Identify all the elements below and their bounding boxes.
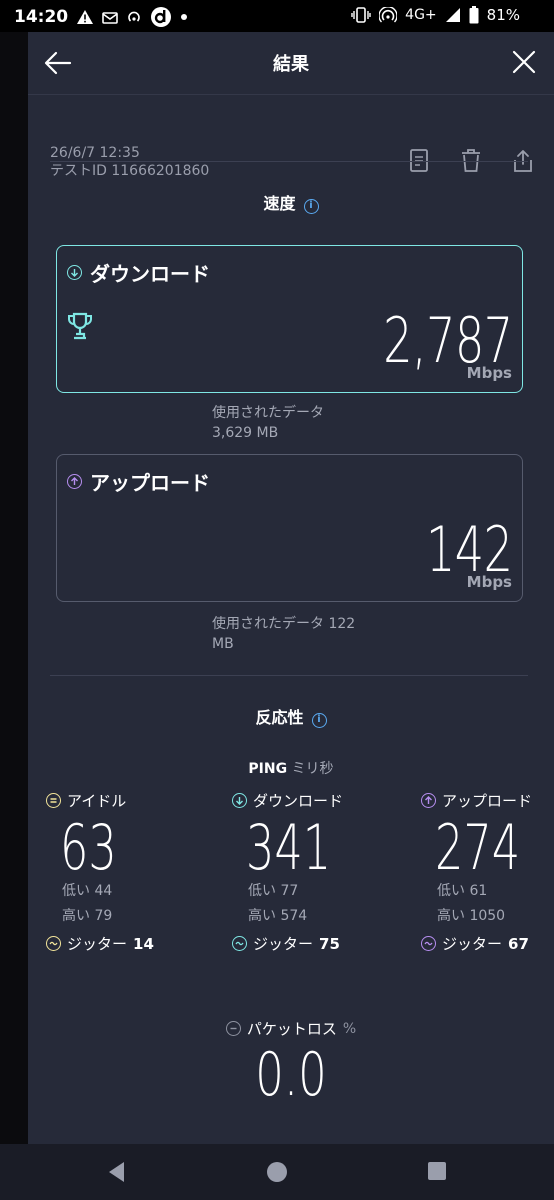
- ping-download-value: 341: [246, 811, 332, 884]
- meta-divider: [50, 161, 528, 162]
- nav-home-icon[interactable]: [265, 1160, 289, 1188]
- packet-loss-icon: [225, 1021, 241, 1036]
- download-speed-unit: Mbps: [466, 364, 512, 382]
- vibrate-icon: [351, 7, 371, 23]
- nav-recents-icon[interactable]: [426, 1160, 448, 1186]
- jitter-icon: [421, 936, 436, 951]
- test-meta: 26/6/7 12:35 テストID 11666201860: [50, 144, 209, 180]
- packet-loss-value: 0.0: [255, 1040, 327, 1110]
- upload-data-used: 使用されたデータ 122 MB: [212, 614, 372, 654]
- responsiveness-info-icon[interactable]: i: [311, 713, 327, 728]
- trophy-icon: [67, 312, 93, 342]
- ping-download-label: ダウンロード: [232, 790, 364, 811]
- ping-upload-label: アップロード: [421, 790, 553, 811]
- ping-upload-jitter: ジッター 67: [421, 933, 553, 954]
- ping-idle-label-text: アイドル: [67, 792, 127, 810]
- ping-download-label-text: ダウンロード: [253, 792, 344, 810]
- result-panel: 結果 26/6/7 12:35 テストID 11666201860 速度 i ダウ…: [28, 32, 554, 1144]
- upload-card: アップロード 142 Mbps: [56, 454, 523, 602]
- ping-idle: アイドル 63 低い 44 高い 79 ジッター 14: [46, 790, 154, 954]
- ping-unit: ミリ秒: [291, 761, 334, 777]
- test-id: テストID 11666201860: [50, 163, 210, 179]
- upload-data-used-label: 使用されたデータ 122: [212, 616, 356, 632]
- ping-idle-label: アイドル: [46, 790, 154, 811]
- status-bar: 14:20 4G+ 81%: [0, 0, 554, 32]
- download-card: ダウンロード 2,787 Mbps: [56, 245, 523, 393]
- jitter-label: ジッター: [67, 935, 128, 953]
- ping-upload: アップロード 274 低い 61 高い 1050 ジッター 67: [421, 790, 553, 954]
- header: 結果: [28, 32, 554, 94]
- test-datetime: 26/6/7 12:35: [50, 145, 140, 161]
- background-app-strip: [0, 32, 28, 1144]
- responsiveness-title-text: 反応性: [255, 708, 304, 727]
- jitter-value: 67: [508, 934, 529, 953]
- upload-label-text: アップロード: [90, 471, 210, 495]
- packet-loss-label-text: パケットロス: [246, 1020, 337, 1038]
- status-time: 14:20: [14, 7, 69, 27]
- ping-download-jitter: ジッター 75: [232, 933, 364, 954]
- packet-loss-unit: %: [342, 1020, 357, 1037]
- speed-section-title: 速度 i: [28, 190, 554, 214]
- jitter-value: 14: [133, 934, 154, 953]
- jitter-value: 75: [319, 934, 340, 953]
- ping-download-high: 高い 574: [248, 908, 308, 924]
- battery-icon: [469, 6, 479, 24]
- notification-dot-icon: [180, 13, 188, 21]
- download-data-used-label: 使用されたデータ: [212, 405, 324, 421]
- jitter-icon: [232, 936, 247, 951]
- ping-idle-jitter: ジッター 14: [46, 933, 154, 954]
- download-arrow-icon: [67, 265, 82, 280]
- ping-idle-value: 63: [60, 811, 117, 884]
- mail-icon: [102, 10, 118, 24]
- upload-label: アップロード: [67, 467, 210, 496]
- download-label-text: ダウンロード: [90, 262, 210, 286]
- battery-level: 81%: [486, 6, 520, 24]
- download-data-used-value: 3,629 MB: [212, 425, 279, 441]
- download-label: ダウンロード: [67, 258, 210, 287]
- ping-header: PING ミリ秒: [28, 758, 554, 778]
- ping-idle-high: 高い 79: [62, 908, 113, 924]
- hotspot-icon: [126, 9, 142, 25]
- speed-title-text: 速度: [263, 194, 296, 213]
- page-title: 結果: [273, 54, 309, 75]
- d-app-icon: [150, 6, 172, 28]
- jitter-label: ジッター: [442, 935, 503, 953]
- upload-arrow-icon: [421, 793, 436, 808]
- upload-arrow-icon: [67, 474, 82, 489]
- header-divider: [28, 94, 554, 95]
- network-type: 4G+: [405, 7, 437, 23]
- packet-loss-label: パケットロス %: [225, 1018, 357, 1039]
- download-arrow-icon: [232, 793, 247, 808]
- upload-data-used-value: MB: [212, 636, 234, 652]
- idle-icon: [46, 793, 61, 808]
- speed-divider: [50, 675, 528, 676]
- packet-loss: パケットロス % 0.0: [28, 1018, 554, 1105]
- ping-upload-label-text: アップロード: [442, 792, 533, 810]
- hotspot-status-icon: [379, 7, 398, 23]
- jitter-icon: [46, 936, 61, 951]
- jitter-label: ジッター: [253, 935, 314, 953]
- speed-info-icon[interactable]: i: [303, 199, 319, 214]
- upload-speed-unit: Mbps: [466, 573, 512, 591]
- warning-icon: [76, 9, 94, 25]
- close-icon[interactable]: [512, 50, 536, 74]
- ping-download: ダウンロード 341 低い 77 高い 574 ジッター 75: [232, 790, 364, 954]
- nav-back-icon[interactable]: [106, 1160, 128, 1188]
- ping-upload-value: 274: [435, 811, 521, 884]
- signal-icon: [445, 7, 461, 23]
- system-nav-bar: [0, 1144, 554, 1200]
- ping-upload-high: 高い 1050: [437, 908, 506, 924]
- ping-label: PING: [248, 761, 288, 777]
- download-data-used: 使用されたデータ 3,629 MB: [212, 403, 372, 443]
- responsiveness-section-title: 反応性 i: [28, 704, 554, 728]
